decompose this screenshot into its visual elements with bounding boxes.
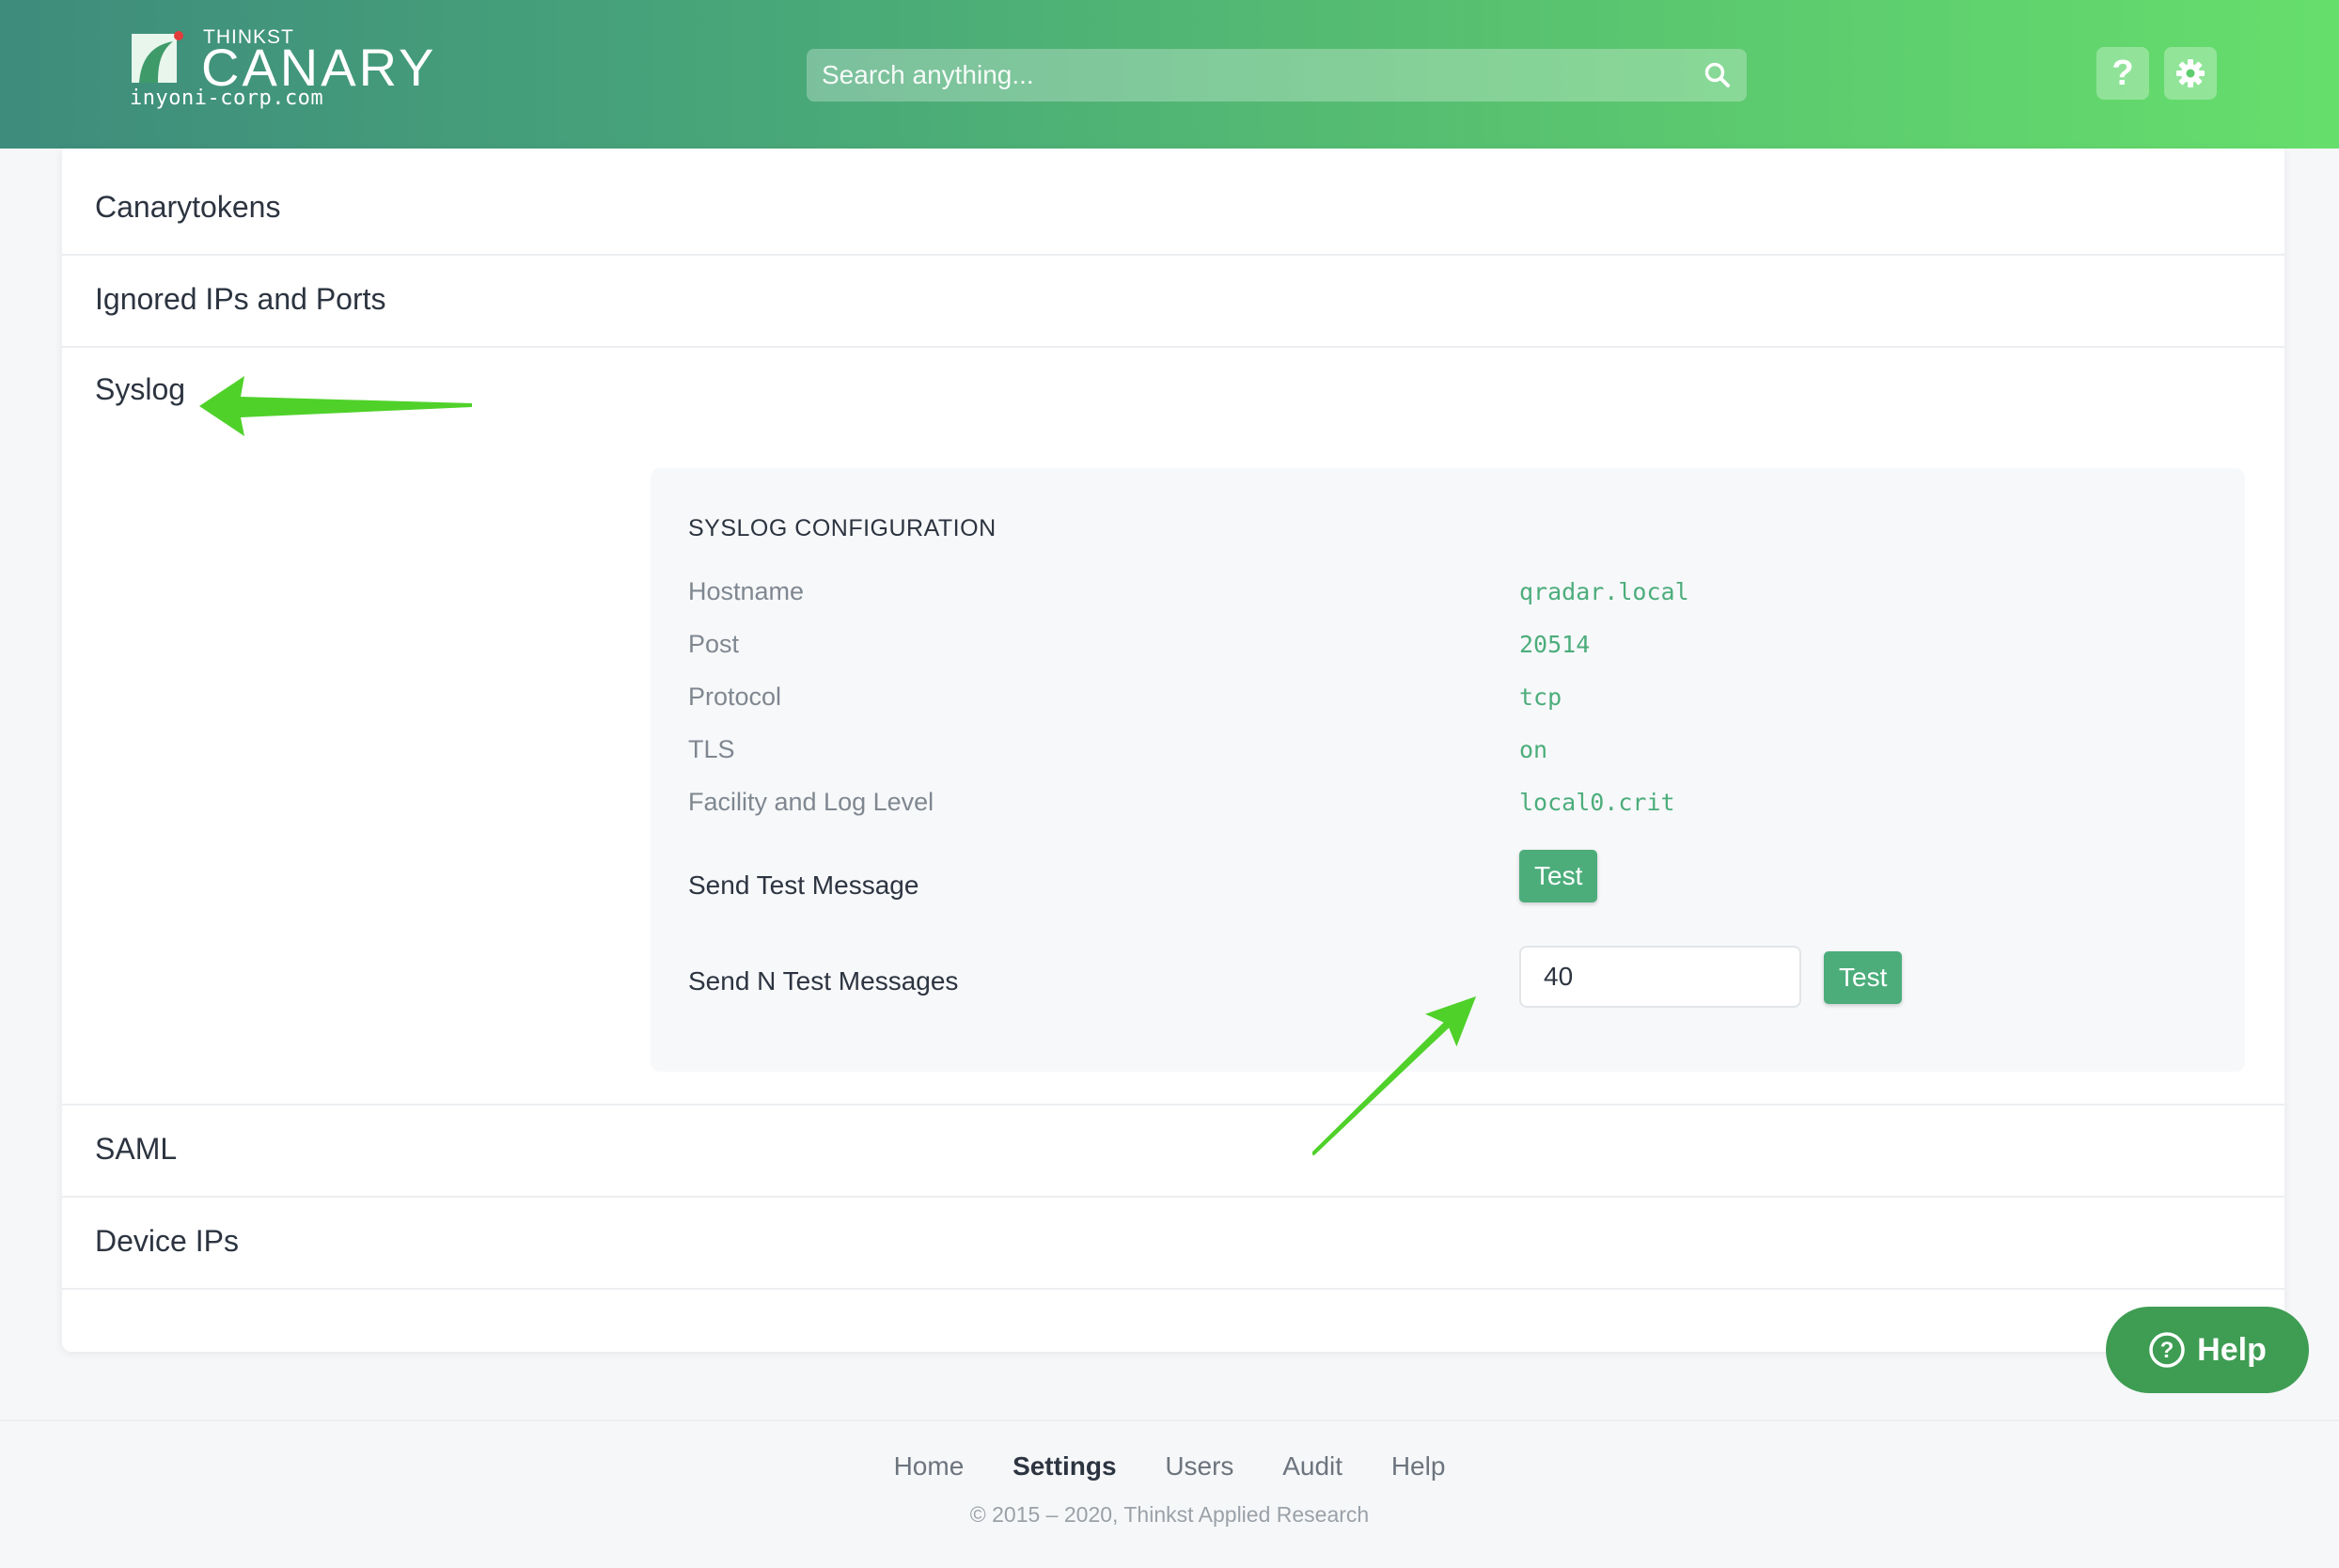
footer-nav: Home Settings Users Audit Help [0,1451,2339,1482]
send-n-test-messages-label: Send N Test Messages [688,966,959,996]
hostname-label: Hostname [688,577,805,605]
facility-value: local0.crit [1519,789,1675,816]
section-title: Ignored IPs and Ports [95,282,386,316]
search-bar [807,49,1747,102]
section-device-ips[interactable]: Device IPs [62,1198,2284,1290]
send-test-message-label: Send Test Message [688,870,919,900]
facility-label: Facility and Log Level [688,788,934,816]
settings-card: Canarytokens Ignored IPs and Ports Syslo… [62,149,2284,1352]
help-chat-label: Help [2197,1331,2267,1368]
account-domain: inyoni-corp.com [130,86,324,110]
protocol-label: Protocol [688,682,782,711]
footer-link-home[interactable]: Home [894,1451,965,1481]
test-message-count-input[interactable] [1519,946,1801,1008]
section-canarytokens[interactable]: Canarytokens [62,164,2284,256]
section-saml[interactable]: SAML [62,1105,2284,1198]
search-input[interactable] [807,49,1690,102]
syslog-config-panel: SYSLOG CONFIGURATION Hostname qradar.loc… [651,468,2245,1072]
help-chat-button[interactable]: ? Help [2106,1307,2309,1393]
footer-link-audit[interactable]: Audit [1282,1451,1342,1481]
section-title: Canarytokens [95,190,281,224]
port-label: Post [688,630,740,658]
section-title: SAML [95,1132,178,1166]
canary-logo[interactable]: THINKST CANARY inyoni-corp.com [128,26,466,120]
send-n-test-messages-button[interactable]: Test [1824,951,1903,1004]
search-icon[interactable] [1703,61,1732,89]
gear-icon [2176,59,2205,87]
svg-text:?: ? [2160,1338,2174,1363]
annotation-arrow-left [199,376,472,436]
hostname-value: qradar.local [1519,578,1689,605]
footer-link-users[interactable]: Users [1165,1451,1233,1481]
question-circle-icon: ? [2149,1332,2185,1368]
footer-link-settings[interactable]: Settings [1013,1451,1116,1481]
footer-link-help[interactable]: Help [1391,1451,1446,1481]
page-footer: Home Settings Users Audit Help © 2015 – … [0,1419,2339,1568]
send-test-message-button[interactable]: Test [1519,850,1598,902]
section-ignored-ips[interactable]: Ignored IPs and Ports [62,256,2284,348]
settings-button[interactable] [2164,47,2217,100]
protocol-value: tcp [1519,683,1562,711]
panel-title: SYSLOG CONFIGURATION [688,515,997,541]
top-header: THINKST CANARY inyoni-corp.com ? [0,0,2339,149]
section-title: Device IPs [95,1224,239,1258]
section-title: Syslog [95,372,186,406]
question-mark-icon: ? [2111,54,2134,93]
copyright-text: © 2015 – 2020, Thinkst Applied Research [969,1502,1370,1527]
help-button[interactable]: ? [2096,47,2149,100]
annotation-arrow-diagonal [1312,996,1477,1156]
tls-label: TLS [688,735,735,763]
canary-bird-icon [132,31,183,83]
port-value: 20514 [1519,631,1591,658]
tls-value: on [1519,736,1548,763]
